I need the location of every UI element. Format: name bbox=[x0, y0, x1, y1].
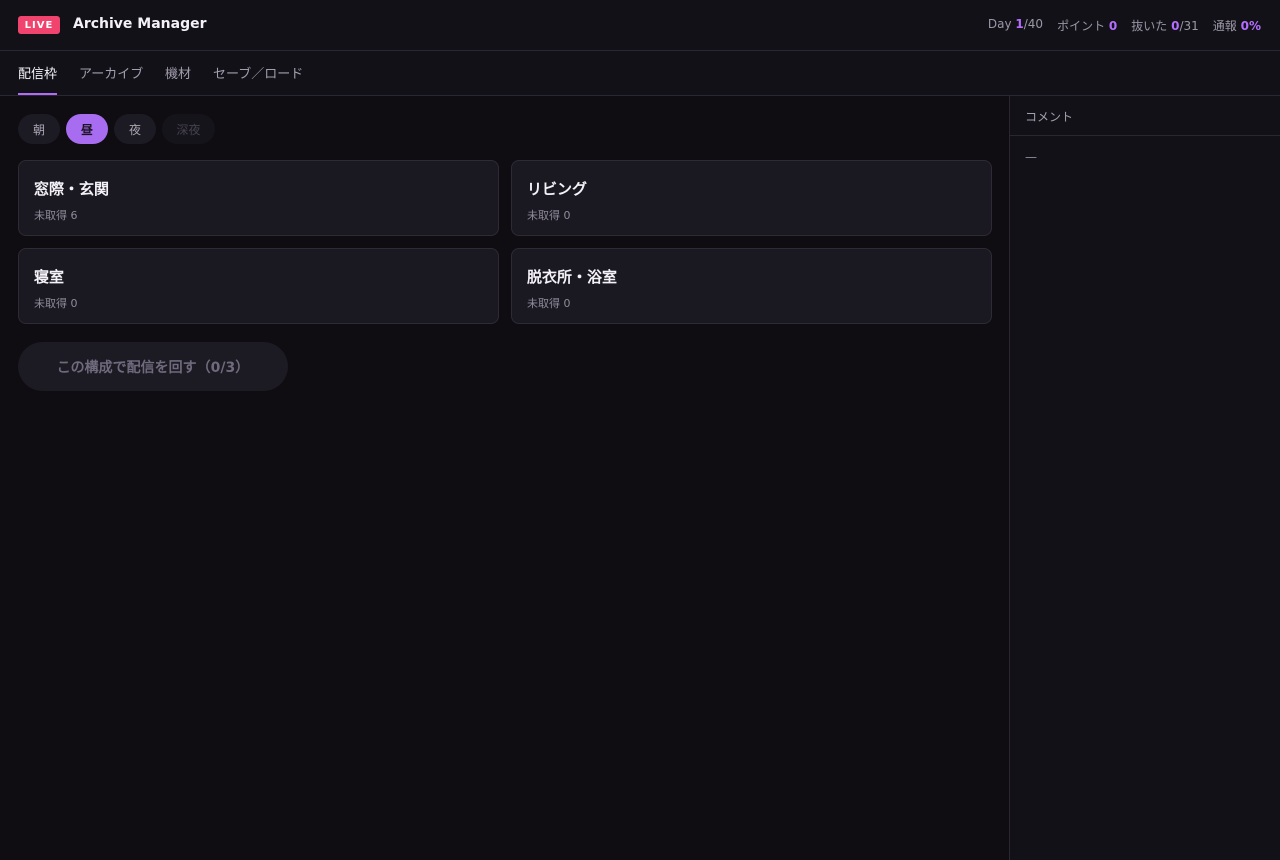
tab-archive[interactable]: アーカイブ bbox=[79, 63, 143, 82]
report-stat: 通報 0% bbox=[1213, 17, 1261, 34]
room-name: 窓際・玄関 bbox=[34, 180, 110, 198]
active-tab-indicator bbox=[18, 93, 57, 95]
report-label: 通報 bbox=[1212, 19, 1237, 33]
points-stat: ポイント 0 bbox=[1057, 17, 1117, 34]
app-title: Archive Manager bbox=[73, 16, 207, 32]
tab-stream-slot[interactable]: 配信枠 bbox=[18, 63, 57, 82]
day-stat: Day 1/40 bbox=[988, 17, 1043, 34]
room-uncollected-count: 未取得 6 bbox=[34, 209, 78, 222]
comment-sidebar-title: コメント bbox=[1010, 96, 1280, 136]
tab-equipment[interactable]: 機材 bbox=[165, 63, 191, 82]
top-bar: LIVE Archive Manager Day 1/40 ポイント 0 抜いた… bbox=[0, 0, 1280, 51]
comment-list-empty: — bbox=[1025, 150, 1037, 164]
day-total: /40 bbox=[1023, 17, 1044, 31]
status-stats: Day 1/40 ポイント 0 抜いた 0/31 通報 0% bbox=[988, 17, 1261, 34]
pulled-label: 抜いた bbox=[1131, 19, 1168, 33]
tab-bar: 配信枠 アーカイブ 機材 セーブ／ロード bbox=[0, 51, 1280, 96]
room-name: 寝室 bbox=[34, 268, 65, 286]
room-card-living[interactable]: リビング 未取得 0 bbox=[511, 160, 992, 236]
room-uncollected-count: 未取得 0 bbox=[527, 297, 571, 310]
start-stream-button[interactable]: この構成で配信を回す（0/3） bbox=[18, 342, 288, 391]
slot-late-night: 深夜 bbox=[162, 114, 215, 144]
room-name: 脱衣所・浴室 bbox=[527, 268, 618, 286]
room-card-window-entrance[interactable]: 窓際・玄関 未取得 6 bbox=[18, 160, 499, 236]
points-label: ポイント bbox=[1057, 19, 1106, 33]
tab-save-load[interactable]: セーブ／ロード bbox=[213, 63, 303, 82]
room-card-bedroom[interactable]: 寝室 未取得 0 bbox=[18, 248, 499, 324]
comment-sidebar: コメント — bbox=[1009, 96, 1280, 860]
room-uncollected-count: 未取得 0 bbox=[34, 297, 78, 310]
slot-night[interactable]: 夜 bbox=[114, 114, 156, 144]
pulled-stat: 抜いた 0/31 bbox=[1131, 17, 1199, 34]
slot-morning[interactable]: 朝 bbox=[18, 114, 60, 144]
pulled-total: /31 bbox=[1179, 19, 1199, 33]
slot-daytime[interactable]: 昼 bbox=[66, 114, 108, 144]
main-panel: 朝 昼 夜 深夜 窓際・玄関 未取得 6 リビング 未取得 0 寝室 未取得 0… bbox=[0, 96, 1009, 860]
room-uncollected-count: 未取得 0 bbox=[527, 209, 571, 222]
room-name: リビング bbox=[527, 180, 588, 198]
live-badge: LIVE bbox=[18, 16, 60, 34]
report-value: 0% bbox=[1240, 19, 1261, 33]
points-value: 0 bbox=[1108, 19, 1118, 33]
day-current: 1 bbox=[1015, 17, 1024, 31]
room-card-bathroom[interactable]: 脱衣所・浴室 未取得 0 bbox=[511, 248, 992, 324]
day-label: Day bbox=[987, 17, 1012, 31]
